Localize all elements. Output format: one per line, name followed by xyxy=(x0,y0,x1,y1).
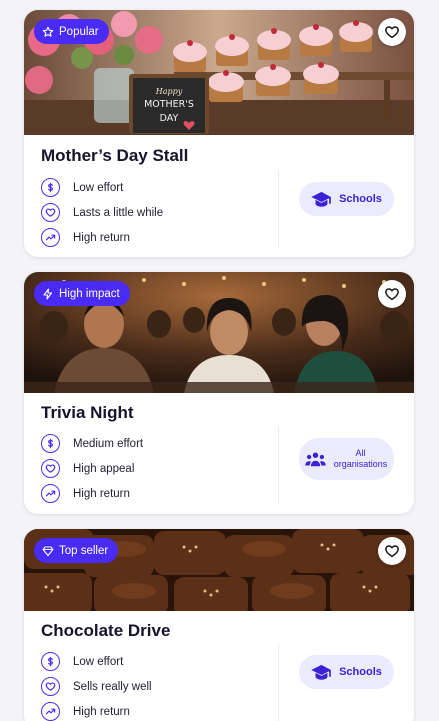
badge-label: Popular xyxy=(59,25,99,38)
trending-up-icon xyxy=(41,228,60,247)
graduation-cap-icon xyxy=(311,191,331,207)
heart-outline-icon xyxy=(385,26,399,39)
dollar-icon xyxy=(41,652,60,671)
badge-label: High impact xyxy=(59,287,120,300)
trending-up-icon xyxy=(41,484,60,503)
attribute-return: High return xyxy=(41,225,163,250)
card-title: Trivia Night xyxy=(41,403,134,422)
badge-label: Top seller xyxy=(59,544,109,557)
attribute-list: Low effort Lasts a little while High ret… xyxy=(41,175,163,250)
audience-pill[interactable]: Schools xyxy=(299,655,394,689)
attribute-return: High return xyxy=(41,699,152,721)
top-seller-badge: Top seller xyxy=(34,538,119,563)
attribute-effort: Medium effort xyxy=(41,431,143,456)
lightning-icon xyxy=(43,287,53,300)
fundraiser-card-chocolate-drive[interactable]: Top seller Chocolate Drive Low effort Se… xyxy=(24,529,414,721)
dollar-icon xyxy=(41,178,60,197)
divider xyxy=(278,170,279,248)
attribute-appeal: Lasts a little while xyxy=(41,200,163,225)
dollar-icon xyxy=(41,434,60,453)
card-title: Mother’s Day Stall xyxy=(41,146,189,165)
sign-line-happy: Happy xyxy=(155,87,183,96)
divider xyxy=(278,426,279,504)
heart-outline-icon xyxy=(385,288,399,301)
attribute-appeal: High appeal xyxy=(41,456,143,481)
sign-line-mothers: MOTHER'S xyxy=(144,99,194,110)
card-title: Chocolate Drive xyxy=(41,621,171,640)
heart-outline-icon xyxy=(385,545,399,558)
diamond-icon xyxy=(42,545,54,556)
divider xyxy=(278,644,279,721)
favourite-button[interactable] xyxy=(378,18,406,46)
favourite-button[interactable] xyxy=(378,280,406,308)
attribute-list: Medium effort High appeal High return xyxy=(41,431,143,506)
heart-icon xyxy=(41,459,60,478)
fundraiser-card-mothers-day[interactable]: Happy MOTHER'S DAY Popular Mother’s Day … xyxy=(24,10,414,257)
audience-pill[interactable]: All organisations xyxy=(299,438,394,480)
heart-icon xyxy=(41,677,60,696)
favourite-button[interactable] xyxy=(378,537,406,565)
attribute-list: Low effort Sells really well High return xyxy=(41,649,152,721)
fundraiser-card-trivia-night[interactable]: High impact Trivia Night Medium effort H… xyxy=(24,272,414,514)
high-impact-badge: High impact xyxy=(34,281,130,306)
star-icon xyxy=(42,26,54,37)
graduation-cap-icon xyxy=(311,664,331,680)
attribute-return: High return xyxy=(41,481,143,506)
popular-badge: Popular xyxy=(34,19,109,44)
audience-pill[interactable]: Schools xyxy=(299,182,394,216)
attribute-effort: Low effort xyxy=(41,175,163,200)
trending-up-icon xyxy=(41,702,60,721)
people-icon xyxy=(304,452,326,466)
sign-line-day: DAY xyxy=(160,113,179,124)
attribute-effort: Low effort xyxy=(41,649,152,674)
attribute-appeal: Sells really well xyxy=(41,674,152,699)
heart-icon xyxy=(41,203,60,222)
